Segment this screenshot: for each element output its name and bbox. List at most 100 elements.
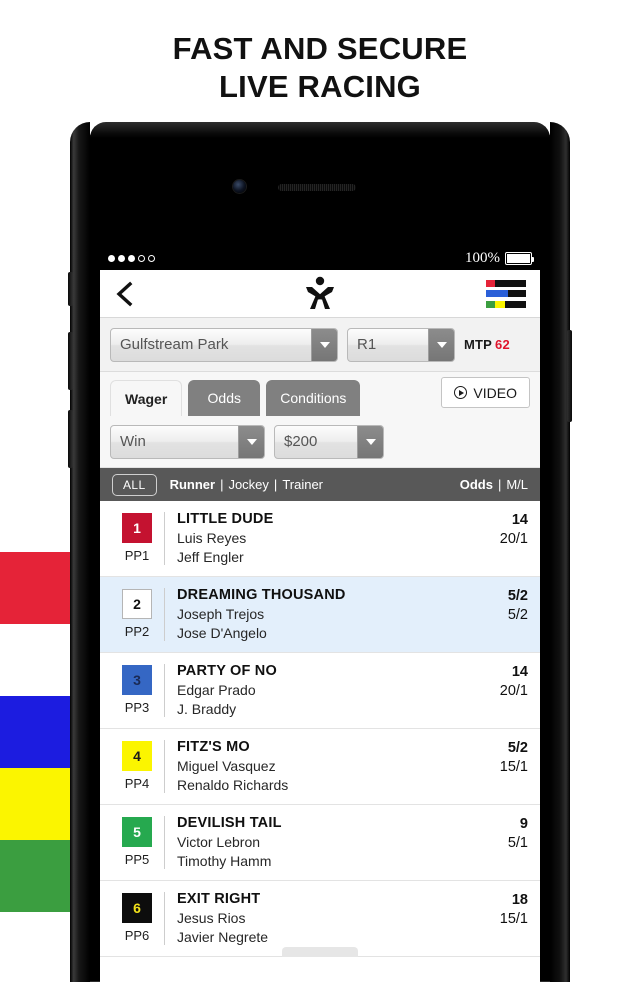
bet-selector-row: Win $200 [100, 416, 540, 468]
table-row[interactable]: 6 PP6 EXIT RIGHT Jesus Rios Javier Negre… [100, 881, 540, 957]
battery-percent-label: 100% [465, 249, 500, 266]
signal-dot-3 [128, 254, 135, 262]
runner-name: EXIT RIGHT [177, 891, 261, 907]
post-position-label: PP2 [124, 624, 150, 639]
table-row[interactable]: 3 PP3 PARTY OF NO Edgar Prado J. Braddy … [100, 653, 540, 729]
bet-amount-chevron-down-icon[interactable] [357, 425, 383, 458]
menu-row-1 [486, 279, 526, 287]
jockey-name: Victor Lebron [177, 834, 261, 850]
runner-name: FITZ'S MO [177, 739, 250, 755]
table-row[interactable]: 4 PP4 FITZ'S MO Miguel Vasquez Renaldo R… [100, 729, 540, 805]
menu-square-red [486, 279, 495, 287]
phone-top-bezel [90, 122, 550, 138]
power-button[interactable] [567, 330, 572, 422]
runner-info: LITTLE DUDE Luis Reyes Jeff Engler [177, 510, 458, 567]
tab-bar: Wager Odds Conditions VIDEO [100, 372, 540, 416]
column-ml-label: M/L [506, 477, 528, 492]
post-position-label: PP6 [124, 928, 150, 943]
runner-name: LITTLE DUDE [177, 511, 274, 527]
tab-odds[interactable]: Odds [188, 380, 261, 416]
bet-amount-select[interactable]: $200 [274, 424, 384, 459]
battery-icon [505, 251, 534, 265]
live-odds: 9 [519, 816, 528, 832]
phone-right-bezel [550, 122, 570, 982]
trainer-name: Javier Negrete [177, 929, 269, 945]
bet-amount-value: $200 [284, 433, 318, 450]
colored-menu-icon[interactable] [486, 279, 526, 308]
row-divider [164, 588, 165, 641]
mute-switch[interactable] [68, 272, 73, 306]
saddle-cloth: 5 [122, 817, 152, 847]
header-sep-3: | [497, 477, 502, 492]
mtp-indicator: MTP 62 [464, 337, 510, 352]
live-odds: 14 [511, 664, 528, 680]
runner-info: EXIT RIGHT Jesus Rios Javier Negrete [177, 890, 458, 947]
menu-row-3 [486, 300, 526, 308]
signal-strength-icon [108, 254, 155, 262]
tab-wager[interactable]: Wager [110, 380, 183, 416]
table-row[interactable]: 5 PP5 DEVILISH TAIL Victor Lebron Timoth… [100, 805, 540, 881]
post-position-label: PP1 [124, 548, 150, 563]
partially-visible-button[interactable] [282, 947, 358, 957]
trainer-name: J. Braddy [177, 701, 237, 717]
app-nav-bar [100, 270, 540, 318]
runner-name: PARTY OF NO [177, 663, 277, 679]
volume-down-button[interactable] [68, 410, 73, 468]
odds-column: 14 20/1 [458, 662, 528, 701]
menu-square-green [486, 300, 495, 308]
saddle-cloth: 1 [122, 513, 152, 543]
signal-dot-2 [118, 254, 125, 262]
morning-line-odds: 20/1 [499, 683, 528, 699]
trainer-name: Timothy Hamm [177, 853, 272, 869]
row-divider [164, 664, 165, 717]
column-runner-label: Runner [169, 477, 216, 492]
post-position-column: 3 PP3 [110, 662, 164, 715]
trainer-name: Jose D'Angelo [177, 625, 267, 641]
live-odds: 18 [511, 892, 528, 908]
bet-type-value: Win [120, 433, 146, 450]
volume-up-button[interactable] [68, 332, 73, 390]
race-select-chevron-down-icon[interactable] [428, 328, 454, 361]
jockey-name: Edgar Prado [177, 682, 256, 698]
post-position-column: 2 PP2 [110, 586, 164, 639]
x-figure-logo [298, 276, 342, 312]
header-sep-1: | [220, 477, 224, 492]
odds-column: 9 5/1 [458, 814, 528, 853]
page-title: FAST AND SECURE LIVE RACING [0, 30, 640, 106]
color-bar-blue [0, 696, 70, 768]
menu-bar-3 [495, 300, 526, 308]
battery-status: 100% [465, 249, 534, 267]
post-position-column: 6 PP6 [110, 890, 164, 943]
video-button[interactable]: VIDEO [441, 377, 530, 408]
decorative-color-bars [0, 552, 70, 960]
bet-type-chevron-down-icon[interactable] [238, 425, 264, 458]
all-filter-chip[interactable]: ALL [112, 473, 157, 496]
row-divider [164, 740, 165, 793]
headline-line-1: FAST AND SECURE [172, 31, 468, 66]
live-odds: 14 [511, 512, 528, 528]
race-select[interactable]: R1 [347, 327, 455, 362]
table-row[interactable]: 2 PP2 DREAMING THOUSAND Joseph Trejos Jo… [100, 577, 540, 653]
runner-name: DREAMING THOUSAND [177, 587, 346, 603]
track-select[interactable]: Gulfstream Park [110, 327, 338, 362]
status-bar: 100% [100, 246, 540, 270]
front-camera [233, 180, 246, 193]
runner-info: PARTY OF NO Edgar Prado J. Braddy [177, 662, 458, 719]
jockey-name: Joseph Trejos [177, 606, 265, 622]
saddle-cloth: 3 [122, 665, 152, 695]
track-select-chevron-down-icon[interactable] [311, 328, 337, 361]
post-position-label: PP5 [124, 852, 150, 867]
back-button[interactable] [114, 281, 136, 307]
odds-column: 5/2 15/1 [458, 738, 528, 777]
post-position-label: PP4 [124, 776, 150, 791]
live-odds: 5/2 [507, 588, 528, 604]
tab-conditions[interactable]: Conditions [266, 380, 361, 416]
column-jockey-label: Jockey [228, 477, 269, 492]
bet-type-select[interactable]: Win [110, 424, 265, 459]
signal-dot-5 [148, 255, 155, 262]
runner-name: DEVILISH TAIL [177, 815, 282, 831]
table-row[interactable]: 1 PP1 LITTLE DUDE Luis Reyes Jeff Engler… [100, 501, 540, 577]
menu-square-blue [486, 290, 495, 297]
runner-info: DEVILISH TAIL Victor Lebron Timothy Hamm [177, 814, 458, 871]
color-bar-white [0, 624, 70, 696]
